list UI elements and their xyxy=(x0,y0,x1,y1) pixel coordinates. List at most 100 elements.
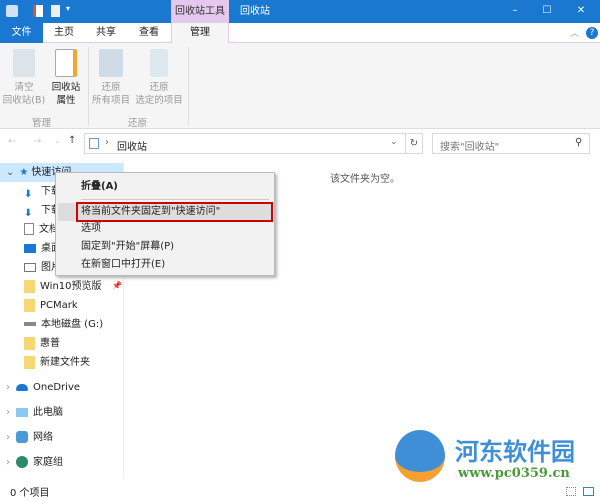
breadcrumb-separator-icon: › xyxy=(105,137,109,148)
label: 家庭组 xyxy=(33,457,63,468)
folder-icon xyxy=(24,298,35,312)
recycle-bin-properties-button[interactable]: 回收站 属性 xyxy=(48,49,84,107)
label: 清空 xyxy=(14,82,34,93)
download-icon: ⬇ xyxy=(24,189,33,200)
watermark-logo xyxy=(395,430,445,482)
expand-chevron-icon[interactable]: › xyxy=(6,407,10,418)
group-label-manage: 管理 xyxy=(32,118,52,129)
context-tab-label: 回收站工具 xyxy=(171,0,229,23)
restore-all-button[interactable]: 还原 所有项目 xyxy=(90,49,132,107)
refresh-button[interactable]: ↻ xyxy=(405,133,423,154)
back-button[interactable]: ← xyxy=(8,136,16,147)
nav-item-win10[interactable]: Win10预览版 xyxy=(24,277,102,296)
title-bar: ▾ 回收站工具 回收站 – ☐ ✕ xyxy=(0,0,600,23)
download-icon: ⬇ xyxy=(24,208,33,219)
details-view-icon[interactable] xyxy=(566,487,576,496)
label: 回收站 xyxy=(51,82,81,93)
search-placeholder: 搜索"回收站" xyxy=(440,142,500,153)
nav-item-new-folder[interactable]: 新建文件夹 xyxy=(24,353,90,372)
address-dropdown-icon[interactable]: ⌄ xyxy=(390,137,398,147)
tab-home[interactable]: 主页 xyxy=(43,23,85,43)
status-item-count: 0 个项目 xyxy=(10,488,50,499)
label: 本地磁盘 (G:) xyxy=(41,319,104,330)
close-button[interactable]: ✕ xyxy=(566,0,596,22)
restore-selected-button[interactable]: 还原 选定的项目 xyxy=(133,49,185,107)
pin-icon[interactable]: 📌 xyxy=(112,281,122,290)
label: OneDrive xyxy=(33,382,81,393)
label: PCMark xyxy=(40,300,78,311)
menu-item-open-new-window[interactable]: 在新窗口中打开(E) xyxy=(81,256,165,274)
star-icon: ★ xyxy=(19,167,29,178)
computer-icon xyxy=(16,407,28,417)
qat-dropdown-icon[interactable]: ▾ xyxy=(66,4,70,13)
forward-button[interactable]: → xyxy=(33,136,41,147)
collapse-ribbon-icon[interactable]: ︿ xyxy=(570,26,579,39)
nav-onedrive[interactable]: › OneDrive xyxy=(6,378,80,397)
empty-bin-icon xyxy=(13,49,35,77)
help-icon[interactable]: ? xyxy=(586,27,598,39)
breadcrumb: 回收站 xyxy=(117,142,147,153)
network-icon xyxy=(16,431,28,443)
label: Win10预览版 xyxy=(40,281,102,292)
desktop-icon xyxy=(24,243,36,253)
search-input[interactable]: 搜索"回收站" ⚲ xyxy=(432,133,590,154)
label: 惠普 xyxy=(40,338,60,349)
empty-folder-message: 该文件夹为空。 xyxy=(330,174,400,185)
homegroup-icon xyxy=(16,456,28,468)
highlight-box xyxy=(76,202,273,222)
address-row: ← → ⌄ ↑ › 回收站 ⌄ ↻ 搜索"回收站" ⚲ xyxy=(0,129,600,157)
maximize-button[interactable]: ☐ xyxy=(532,0,562,22)
nav-this-pc[interactable]: › 此电脑 xyxy=(6,403,63,422)
new-folder-qat-icon[interactable] xyxy=(51,5,60,17)
up-button[interactable]: ↑ xyxy=(68,135,76,146)
label: 网络 xyxy=(33,432,53,443)
label: 所有项目 xyxy=(91,95,130,106)
empty-recycle-bin-button[interactable]: 清空 回收站(B) xyxy=(2,49,46,107)
search-icon: ⚲ xyxy=(575,137,583,148)
label: 选定的项目 xyxy=(135,95,183,106)
watermark-name: 河东软件园 xyxy=(455,438,575,466)
nav-homegroup[interactable]: › 家庭组 xyxy=(6,453,63,472)
expand-chevron-icon[interactable]: › xyxy=(6,382,10,393)
group-label-restore: 还原 xyxy=(128,118,148,129)
ribbon-tabs: 文件 主页 共享 查看 管理 ︿ ? xyxy=(0,23,600,44)
nav-item-documents[interactable]: 文档 xyxy=(24,220,59,239)
restore-all-icon xyxy=(99,49,123,77)
menu-item-options[interactable]: 选项 xyxy=(81,220,101,238)
large-icons-view-icon[interactable] xyxy=(583,487,594,496)
label: 还原 xyxy=(149,82,169,93)
tab-file[interactable]: 文件 xyxy=(0,23,43,43)
folder-icon xyxy=(24,279,35,293)
tab-manage[interactable]: 管理 xyxy=(171,23,229,44)
label: 属性 xyxy=(56,95,76,106)
nav-item-hp[interactable]: 惠普 xyxy=(24,334,60,353)
properties-qat-icon[interactable] xyxy=(33,5,43,17)
minimize-button[interactable]: – xyxy=(500,0,530,22)
nav-item-pcmark[interactable]: PCMark xyxy=(24,296,78,315)
tab-share[interactable]: 共享 xyxy=(85,23,127,43)
menu-item-collapse[interactable]: 折叠(A) xyxy=(81,178,118,196)
menu-separator xyxy=(81,199,269,200)
ribbon: 清空 回收站(B) 回收站 属性 管理 还原 所有项目 还原 选定的项目 还原 xyxy=(0,43,600,129)
label: 新建文件夹 xyxy=(40,357,90,368)
menu-item-pin-start[interactable]: 固定到"开始"屏幕(P) xyxy=(81,238,174,256)
address-bar[interactable]: › 回收站 ⌄ xyxy=(84,133,406,154)
label: 回收站(B) xyxy=(2,95,46,106)
window-title: 回收站 xyxy=(240,6,270,17)
recent-locations-icon[interactable]: ⌄ xyxy=(54,136,61,145)
nav-item-drive-g[interactable]: 本地磁盘 (G:) xyxy=(24,315,103,334)
pictures-icon xyxy=(24,262,36,272)
label: 此电脑 xyxy=(33,407,63,418)
watermark-url: www.pc0359.cn xyxy=(458,466,570,481)
restore-selected-icon xyxy=(150,49,168,77)
label: 还原 xyxy=(101,82,121,93)
context-menu: 折叠(A) 将当前文件夹固定到"快速访问" 选项 固定到"开始"屏幕(P) 在新… xyxy=(55,172,275,276)
recycle-bin-icon xyxy=(6,5,18,17)
expand-chevron-icon[interactable]: › xyxy=(6,457,10,468)
expand-chevron-icon[interactable]: ⌄ xyxy=(6,167,14,178)
properties-icon xyxy=(55,49,77,77)
nav-network[interactable]: › 网络 xyxy=(6,428,53,447)
cloud-icon xyxy=(16,383,28,391)
expand-chevron-icon[interactable]: › xyxy=(6,432,10,443)
tab-view[interactable]: 查看 xyxy=(127,23,171,43)
